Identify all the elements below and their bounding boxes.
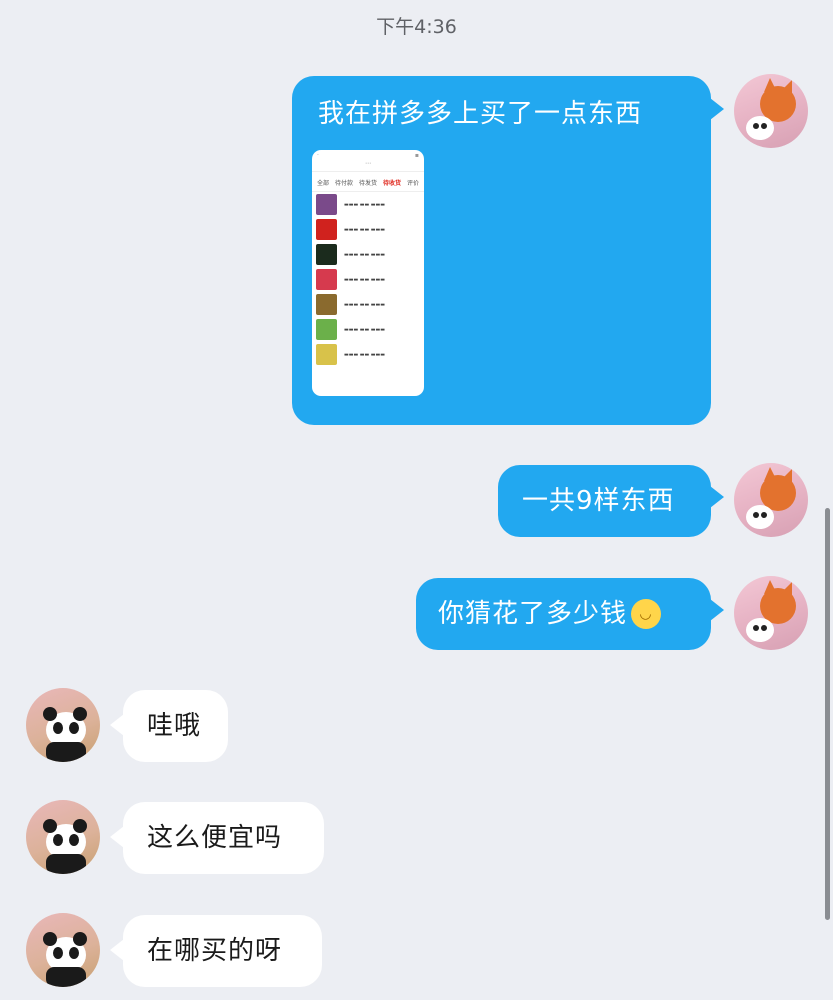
contact-avatar[interactable]: [26, 688, 100, 762]
panda-avatar-icon: [43, 707, 87, 762]
bubble-tail: [710, 599, 724, 621]
my-avatar[interactable]: [734, 74, 808, 148]
product-thumbnail: [316, 344, 337, 365]
screenshot-address-bar: ⋯: [312, 160, 424, 172]
bubble-tail: [110, 714, 124, 736]
product-thumbnail: [316, 244, 337, 265]
message-text: 一共9样东西: [522, 486, 675, 516]
screenshot-order-item: ▬▬▬ ▬▬ ▬▬▬: [312, 292, 424, 317]
product-title-placeholder: ▬▬▬ ▬▬ ▬▬▬: [344, 251, 385, 258]
bubble-tail: [110, 826, 124, 848]
contact-avatar[interactable]: [26, 913, 100, 987]
screenshot-order-item: ▬▬▬ ▬▬ ▬▬▬: [312, 217, 424, 242]
outgoing-message-bubble[interactable]: 你猜花了多少钱 ◡: [416, 578, 711, 650]
screenshot-tab: 评价: [406, 180, 419, 187]
incoming-message-bubble[interactable]: 这么便宜吗: [123, 802, 324, 874]
product-title-placeholder: ▬▬▬ ▬▬ ▬▬▬: [344, 326, 385, 333]
screenshot-tab: 待付款: [334, 180, 353, 187]
bubble-tail: [110, 939, 124, 961]
product-title-placeholder: ▬▬▬ ▬▬ ▬▬▬: [344, 301, 385, 308]
message-text: 在哪买的呀: [147, 936, 283, 966]
smile-emoji-icon: ◡: [631, 599, 662, 629]
screenshot-tab: 待收货: [382, 180, 401, 187]
bubble-tail: [710, 486, 724, 508]
panda-avatar-icon: [43, 932, 87, 987]
product-title-placeholder: ▬▬▬ ▬▬ ▬▬▬: [344, 226, 385, 233]
product-thumbnail: [316, 194, 337, 215]
product-thumbnail: [316, 319, 337, 340]
screenshot-tab: 全部: [316, 180, 329, 187]
cat-avatar-icon: [746, 580, 796, 642]
cat-avatar-icon: [746, 78, 796, 140]
incoming-message-bubble[interactable]: 哇哦: [123, 690, 228, 762]
screenshot-order-item: ▬▬▬ ▬▬ ▬▬▬: [312, 267, 424, 292]
message-text: 这么便宜吗: [147, 823, 283, 853]
screenshot-order-item: ▬▬▬ ▬▬ ▬▬▬: [312, 342, 424, 367]
product-title-placeholder: ▬▬▬ ▬▬ ▬▬▬: [344, 201, 385, 208]
incoming-message-bubble[interactable]: 在哪买的呀: [123, 915, 322, 987]
screenshot-status-bar: · ▪: [317, 152, 419, 159]
product-thumbnail: [316, 294, 337, 315]
panda-avatar-icon: [43, 819, 87, 874]
cat-avatar-icon: [746, 467, 796, 529]
contact-avatar[interactable]: [26, 800, 100, 874]
my-avatar[interactable]: [734, 576, 808, 650]
product-thumbnail: [316, 219, 337, 240]
message-text: 你猜花了多少钱: [438, 599, 628, 629]
timestamp: 下午4:36: [376, 16, 457, 38]
outgoing-message-bubble[interactable]: 一共9样东西: [498, 465, 711, 537]
product-title-placeholder: ▬▬▬ ▬▬ ▬▬▬: [344, 351, 385, 358]
screenshot-order-item: ▬▬▬ ▬▬ ▬▬▬: [312, 317, 424, 342]
screenshot-order-tabs: 全部 待付款 待发货 待收货 评价: [312, 172, 424, 192]
message-text: 哇哦: [147, 711, 202, 741]
product-thumbnail: [316, 269, 337, 290]
screenshot-tab: 待发货: [358, 180, 377, 187]
screenshot-order-item: ▬▬▬ ▬▬ ▬▬▬: [312, 242, 424, 267]
my-avatar[interactable]: [734, 463, 808, 537]
message-text: 我在拼多多上买了一点东西: [318, 99, 643, 129]
shared-screenshot-image[interactable]: · ▪ ⋯ 全部 待付款 待发货 待收货 评价 ▬▬▬ ▬▬ ▬▬▬ ▬▬▬ ▬▬ …: [312, 150, 424, 396]
screenshot-order-list: ▬▬▬ ▬▬ ▬▬▬ ▬▬▬ ▬▬ ▬▬▬ ▬▬▬ ▬▬ ▬▬▬ ▬▬▬ ▬▬ ▬▬▬…: [312, 192, 424, 367]
bubble-tail: [710, 98, 724, 120]
scrollbar[interactable]: [825, 508, 830, 920]
screenshot-order-item: ▬▬▬ ▬▬ ▬▬▬: [312, 192, 424, 217]
product-title-placeholder: ▬▬▬ ▬▬ ▬▬▬: [344, 276, 385, 283]
